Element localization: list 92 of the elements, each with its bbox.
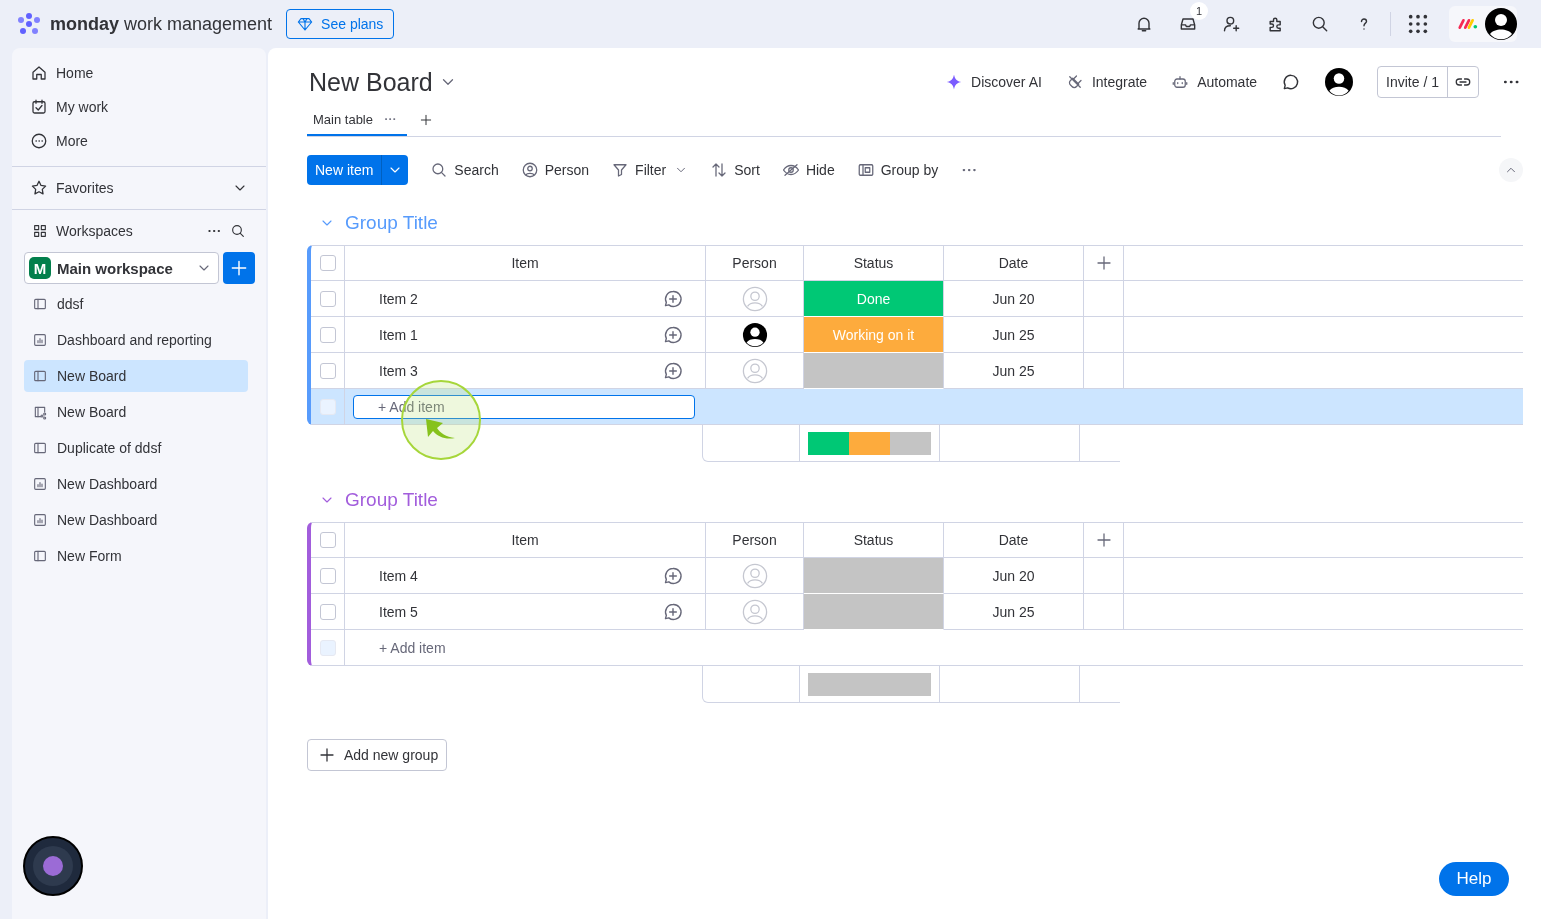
toolbar-button[interactable]: Group by xyxy=(856,161,939,179)
sidebar-item[interactable]: New Board xyxy=(24,396,248,428)
nav-item[interactable]: My work xyxy=(30,90,254,124)
person-avatar[interactable] xyxy=(741,321,768,348)
logo-icon xyxy=(16,11,42,37)
user-avatar[interactable] xyxy=(1325,68,1354,96)
column-header[interactable]: Date xyxy=(944,522,1084,558)
grid-icon xyxy=(32,223,48,239)
add-group-button[interactable]: Add new group xyxy=(307,739,448,771)
workspaces-label: Workspaces xyxy=(56,223,134,239)
nav-item[interactable]: Home xyxy=(30,56,254,90)
sidebar-item[interactable]: New Dashboard xyxy=(24,504,248,536)
checkbox[interactable] xyxy=(319,532,336,548)
plus-icon xyxy=(318,746,336,764)
board-icon xyxy=(32,440,48,456)
sidebar-item[interactable]: New Dashboard xyxy=(24,468,248,500)
add-update-icon[interactable] xyxy=(663,324,683,345)
column-header[interactable]: Item xyxy=(345,245,706,281)
diamond-icon xyxy=(297,16,314,32)
toolbar-button[interactable]: Person xyxy=(520,161,590,179)
board-icon xyxy=(32,296,48,312)
sidebar-item[interactable]: New Form xyxy=(24,540,248,572)
add-item-field[interactable]: + Add item xyxy=(353,639,446,656)
toolbar-button[interactable]: Filter xyxy=(611,161,667,179)
assistant-button[interactable] xyxy=(23,836,83,896)
date-cell[interactable]: Jun 20 xyxy=(944,558,1084,594)
date-cell[interactable]: Jun 20 xyxy=(944,281,1084,317)
toolbar-button[interactable]: Search xyxy=(430,161,499,179)
filter-icon xyxy=(611,161,630,179)
see-plans-button[interactable]: See plans xyxy=(286,9,395,39)
header-action[interactable]: Automate xyxy=(1171,73,1258,91)
help-button[interactable]: Help xyxy=(1439,862,1509,896)
workspace-dropdown[interactable]: M Main workspace xyxy=(24,252,219,284)
home-icon xyxy=(30,64,48,82)
date-cell[interactable]: Jun 25 xyxy=(944,594,1084,630)
view-tab[interactable]: Main table xyxy=(307,104,407,136)
sidebar-item[interactable]: Duplicate of ddsf xyxy=(24,432,248,464)
add-update-icon[interactable] xyxy=(663,565,683,586)
person-icon xyxy=(520,161,539,179)
date-cell[interactable]: Jun 25 xyxy=(944,317,1084,353)
product-logo-icon[interactable] xyxy=(1457,17,1479,31)
toolbar-button[interactable]: Sort xyxy=(710,161,760,179)
invite-members-icon[interactable] xyxy=(1222,14,1242,34)
user-avatar[interactable] xyxy=(1485,8,1517,40)
sidebar-item[interactable]: Dashboard and reporting xyxy=(24,324,248,356)
checkbox[interactable] xyxy=(319,603,336,620)
item-name[interactable]: Item 4 xyxy=(345,558,641,594)
item-name[interactable]: Item 2 xyxy=(345,281,641,317)
add-update-icon[interactable] xyxy=(663,601,683,622)
nav-item[interactable]: More xyxy=(30,124,254,158)
search-icon[interactable] xyxy=(1310,14,1330,34)
toolbar-button[interactable]: Hide xyxy=(781,161,835,179)
more-icon xyxy=(30,132,48,150)
item-name[interactable]: Item 5 xyxy=(345,594,641,630)
checkbox[interactable] xyxy=(319,326,336,343)
header-action[interactable]: Integrate xyxy=(1065,73,1148,91)
add-button[interactable] xyxy=(223,252,255,284)
plus-icon xyxy=(229,258,249,278)
search-icon[interactable] xyxy=(230,223,246,239)
robot-icon xyxy=(1171,73,1190,91)
workspace-badge: M xyxy=(29,257,51,279)
item-name[interactable]: Item 1 xyxy=(345,317,641,353)
chart-icon xyxy=(32,476,48,492)
eye-slash-icon xyxy=(781,161,800,179)
board-icon xyxy=(32,368,48,384)
chart-icon xyxy=(32,512,48,528)
group-icon xyxy=(856,161,875,179)
brand-name: monday work management xyxy=(50,13,273,35)
notification-count: 1 xyxy=(1190,2,1208,20)
shared-board-icon xyxy=(32,404,48,420)
add-view-icon[interactable] xyxy=(419,113,433,127)
board-title[interactable]: New Board xyxy=(309,67,433,97)
column-header[interactable]: Person xyxy=(706,522,804,558)
checkbox[interactable] xyxy=(319,290,336,307)
header-action[interactable]: Discover AI xyxy=(945,73,1042,91)
sidebar-item[interactable]: ddsf xyxy=(24,288,248,320)
star-icon xyxy=(30,179,48,197)
board-icon xyxy=(32,548,48,564)
column-header[interactable]: Person xyxy=(706,245,804,281)
column-header[interactable]: Item xyxy=(345,522,706,558)
group-title[interactable]: Group Title xyxy=(345,489,438,511)
apps-grid-icon[interactable] xyxy=(1407,13,1429,35)
sidebar-item[interactable]: New Board xyxy=(24,360,248,392)
chart-icon xyxy=(32,332,48,348)
checkbox[interactable] xyxy=(319,362,336,379)
calendar-icon xyxy=(30,98,48,116)
checkbox[interactable] xyxy=(319,255,336,271)
column-header[interactable]: Date xyxy=(944,245,1084,281)
add-update-icon[interactable] xyxy=(663,288,683,309)
checkbox[interactable] xyxy=(319,567,336,584)
favorites-section[interactable]: Favorites xyxy=(12,167,266,210)
add-update-icon[interactable] xyxy=(663,360,683,381)
